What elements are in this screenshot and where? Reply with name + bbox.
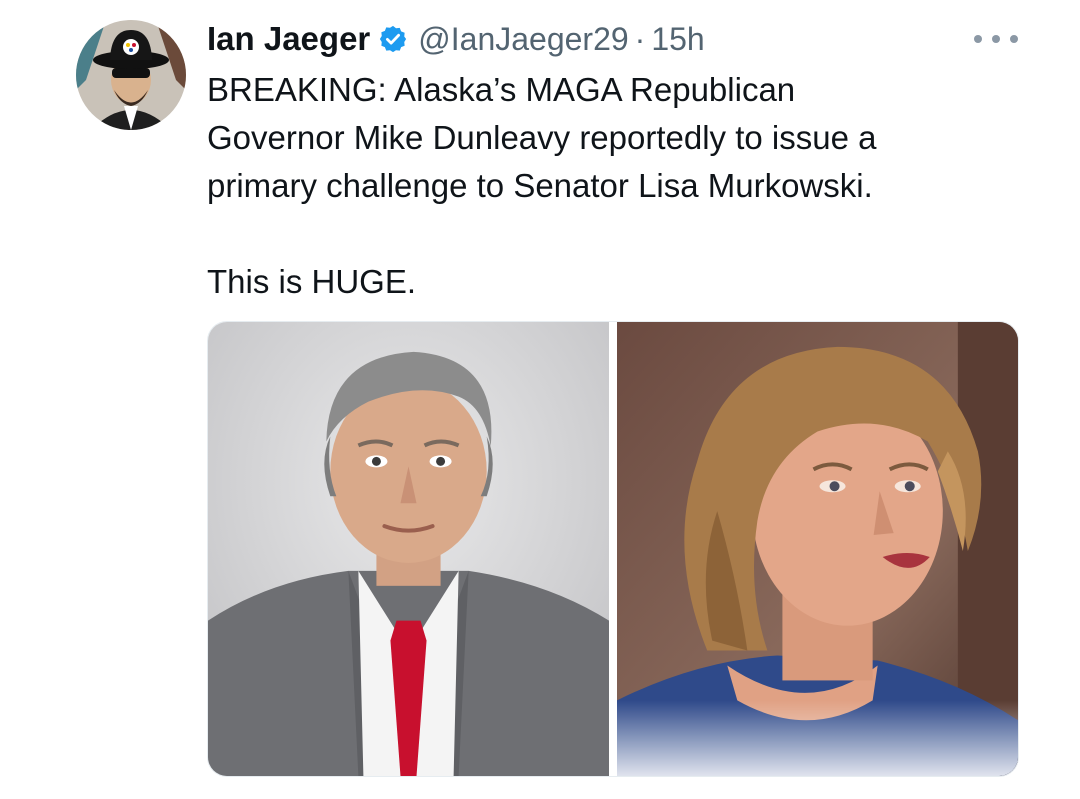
more-dot — [1010, 35, 1018, 43]
meta-separator: · — [634, 20, 646, 57]
media-photo-left[interactable] — [208, 322, 609, 776]
tweet-media-grid — [207, 321, 1019, 777]
tweet-text-line: primary challenge to Senator Lisa Murkow… — [207, 167, 873, 204]
woman-portrait-image — [617, 322, 1018, 776]
tweet-text: BREAKING: Alaska’s MAGA Republican Gover… — [207, 66, 1007, 306]
more-dot — [992, 35, 1000, 43]
more-options-icon[interactable] — [974, 26, 1018, 52]
more-dot — [974, 35, 982, 43]
author-avatar[interactable] — [76, 20, 186, 130]
tweet-text-line: BREAKING: Alaska’s MAGA Republican — [207, 71, 796, 108]
author-name[interactable]: Ian Jaeger — [207, 20, 370, 58]
media-photo-right[interactable] — [617, 322, 1018, 776]
man-portrait-image — [208, 322, 609, 776]
verified-badge-icon — [378, 24, 408, 54]
tweet-timestamp[interactable]: 15h — [651, 21, 704, 58]
avatar-image — [76, 20, 186, 130]
tweet-header: Ian Jaeger @IanJaeger29 · 15h — [207, 14, 705, 64]
tweet-text-line: Governor Mike Dunleavy reportedly to iss… — [207, 119, 877, 156]
author-handle[interactable]: @IanJaeger29 — [418, 21, 628, 58]
tweet-text-line: This is HUGE. — [207, 263, 417, 300]
